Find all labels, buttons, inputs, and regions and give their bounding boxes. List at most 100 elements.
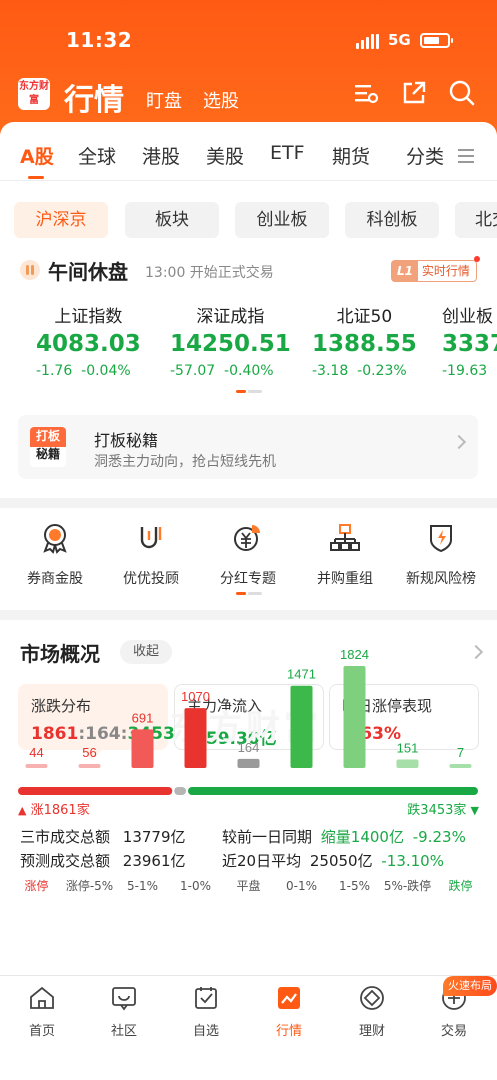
ratio-flat-segment xyxy=(174,787,187,795)
subtab-gem[interactable]: 创业板 xyxy=(235,202,329,238)
subtab-bse[interactable]: 北交 xyxy=(455,202,497,238)
index-name: 北证50 xyxy=(336,307,393,327)
chart-data-label: 164 xyxy=(238,740,260,755)
chevron-right-icon xyxy=(451,434,467,450)
top-nav: 东方财富 行情 盯盘 选股 xyxy=(0,75,497,118)
shortcut-broker-picks[interactable]: 券商金股 xyxy=(10,522,100,588)
stat-pct: -13.10% xyxy=(381,852,444,870)
tab-a-shares[interactable]: A股 xyxy=(20,142,54,169)
stat-label: 三市成交总额 xyxy=(20,828,111,846)
section-separator xyxy=(0,610,497,620)
shortcut-risk-list[interactable]: 新规风险榜 xyxy=(396,522,486,588)
feature-shortcuts: 券商金股 优优投顾 分红专题 并购重组 新规风险榜 xyxy=(0,522,497,602)
network-type: 5G xyxy=(388,31,411,49)
tab-hk[interactable]: 港股 xyxy=(142,142,180,169)
nav-stock-picker-link[interactable]: 选股 xyxy=(203,87,239,113)
status-bar: 11:32 5G xyxy=(0,26,497,56)
index-card[interactable]: 创业板 3337 -19.63 xyxy=(442,302,497,379)
ratio-up-segment xyxy=(18,787,173,795)
ratio-down-segment xyxy=(188,787,478,795)
shortcut-advisor[interactable]: 优优投顾 xyxy=(106,522,196,588)
tab-category[interactable]: 分类 xyxy=(406,142,444,169)
stat-label: 较前一日同期 xyxy=(222,828,313,846)
section-separator xyxy=(0,498,497,508)
chart-bar xyxy=(449,764,472,768)
promo-banner[interactable]: 打板 秘籍 打板秘籍 洞悉主力动向，抢占短线先机 xyxy=(18,415,478,479)
coin-yen-icon xyxy=(234,525,260,551)
nav-community[interactable]: 社区 xyxy=(84,984,164,1039)
carousel-indicator xyxy=(236,390,262,393)
index-name: 上证指数 xyxy=(54,307,123,327)
index-name: 创业板 xyxy=(442,307,493,327)
up-label: 涨1861家 xyxy=(30,803,90,818)
promo-title: 打板秘籍 xyxy=(94,431,159,450)
market-tabs: A股 全球 港股 美股 ETF 期货 分类 xyxy=(0,142,497,182)
chart-tick-label: 涨停-5% xyxy=(66,878,113,893)
notification-dot xyxy=(474,256,480,262)
page-title: 行情 xyxy=(64,83,124,118)
chart-data-label: 1824 xyxy=(340,647,369,662)
index-change: -1.76 xyxy=(36,363,73,379)
l1-label: L1 xyxy=(392,261,418,281)
app-logo: 东方财富 xyxy=(18,78,50,110)
chart-tick-label: 跌停 xyxy=(448,878,472,893)
chart-bar xyxy=(25,764,48,768)
market-chart-icon xyxy=(278,987,300,1009)
chart-x-axis: 涨停 涨停-5% 5-1% 1-0% 平盘 0-1% 1-5% 5%-跌停 跌停 xyxy=(24,878,472,893)
promo-badge-icon: 打板 秘籍 xyxy=(30,427,66,467)
realtime-label: 实时行情 xyxy=(421,264,470,278)
index-card[interactable]: 上证指数 4083.03 -1.76 -0.04% xyxy=(36,302,141,379)
realtime-quote-badge[interactable]: L1 实时行情 xyxy=(391,256,480,282)
battery-icon xyxy=(420,33,453,48)
nav-home[interactable]: 首页 xyxy=(2,984,82,1039)
active-tab-indicator xyxy=(28,176,44,179)
tab-etf[interactable]: ETF xyxy=(270,142,305,164)
index-card[interactable]: 北证50 1388.55 -3.18 -0.23% xyxy=(312,302,417,379)
index-value: 4083.03 xyxy=(36,331,141,357)
shortcut-mna[interactable]: 并购重组 xyxy=(300,522,390,588)
chart-data-label: 1070 xyxy=(181,689,210,704)
subtab-hs[interactable]: 沪深京 xyxy=(14,202,108,238)
chart-bar xyxy=(237,758,260,768)
nav-watch-link[interactable]: 盯盘 xyxy=(146,87,182,113)
subtab-star[interactable]: 科创板 xyxy=(345,202,439,238)
distribution-chart: 44 56 691 1070 164 1471 1824 151 7 xyxy=(25,647,472,768)
index-strip: 上证指数 4083.03 -1.76 -0.04% 深证成指 14250.51 … xyxy=(0,302,497,382)
shortcut-dividend[interactable]: 分红专题 xyxy=(203,522,293,588)
index-change: -57.07 xyxy=(170,363,216,379)
chart-tick-label: 1-5% xyxy=(339,879,370,893)
down-label: 跌3453家 xyxy=(407,803,467,818)
index-change: -3.18 xyxy=(312,363,349,379)
chart-data-label: 7 xyxy=(457,745,464,760)
bottom-nav: 首页 社区 自选 行情 理财 交易 xyxy=(0,975,497,1080)
chart-bar xyxy=(131,729,154,768)
divider xyxy=(0,180,497,181)
nav-watchlist[interactable]: 自选 xyxy=(166,984,246,1039)
chart-tick-label: 5-1% xyxy=(127,879,158,893)
sub-tabs: 沪深京 板块 创业板 科创板 北交 xyxy=(0,202,497,238)
tabs-menu-icon[interactable] xyxy=(458,149,474,167)
home-icon xyxy=(30,986,54,1009)
session-status: 午间休盘 13:00 开始正式交易 L1 实时行情 xyxy=(0,256,497,286)
chart-tick-label: 平盘 xyxy=(236,878,260,893)
share-icon[interactable] xyxy=(400,79,428,107)
search-icon[interactable] xyxy=(448,79,476,107)
index-pct: -0.40% xyxy=(224,363,274,379)
tab-us[interactable]: 美股 xyxy=(206,142,244,169)
index-name: 深证成指 xyxy=(196,307,265,327)
stat-pct: -9.23% xyxy=(412,828,466,846)
chart-bar xyxy=(396,759,419,768)
medal-icon xyxy=(43,524,67,554)
nav-wealth[interactable]: 理财 xyxy=(332,984,412,1039)
nav-market[interactable]: 行情 xyxy=(249,984,329,1039)
settings-list-icon[interactable] xyxy=(352,79,380,107)
tab-futures[interactable]: 期货 xyxy=(332,142,370,169)
u-logo-icon xyxy=(140,527,162,549)
chart-data-label: 44 xyxy=(29,745,43,760)
tab-global[interactable]: 全球 xyxy=(78,142,116,169)
hot-badge[interactable]: 火速布局 xyxy=(443,976,497,996)
index-pct: -0.04% xyxy=(81,363,131,379)
chart-tick-label: 1-0% xyxy=(180,879,211,893)
index-card[interactable]: 深证成指 14250.51 -57.07 -0.40% xyxy=(170,302,291,379)
subtab-sector[interactable]: 板块 xyxy=(125,202,219,238)
